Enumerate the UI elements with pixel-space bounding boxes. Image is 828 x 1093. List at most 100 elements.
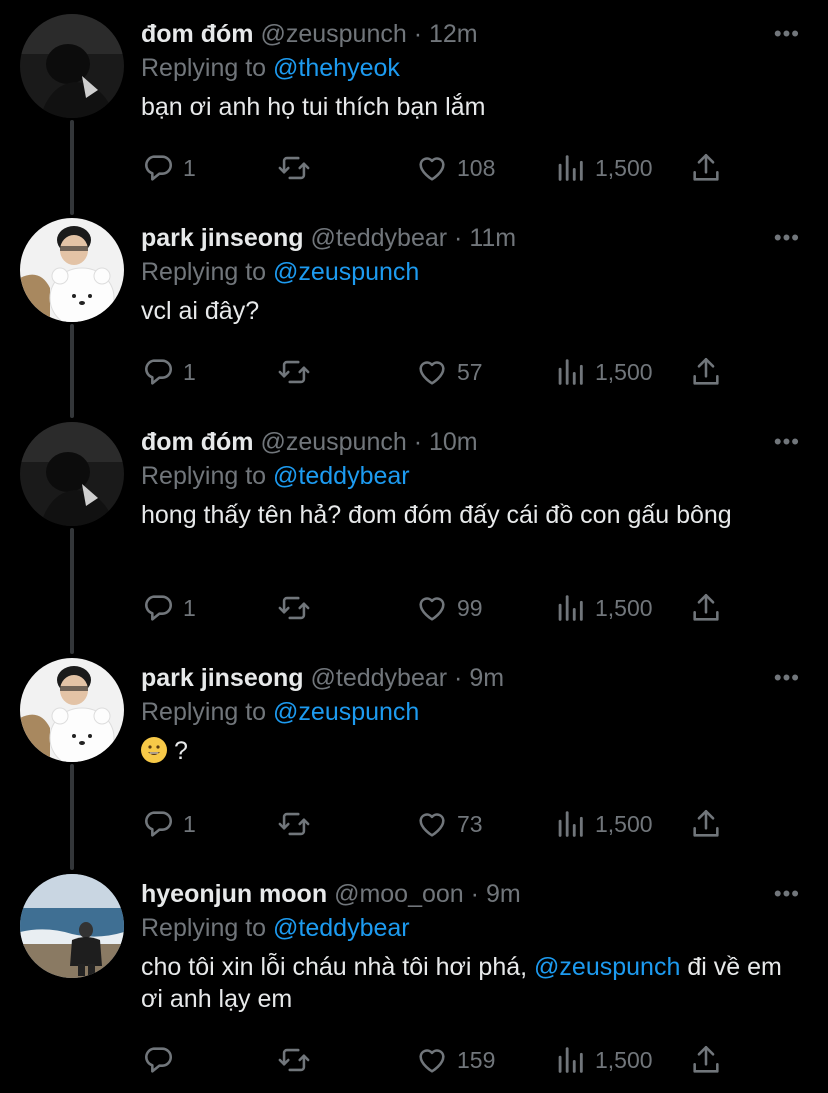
replying-to-mention[interactable]: @zeuspunch <box>273 258 419 286</box>
views-count: 1,500 <box>595 154 653 181</box>
display-name[interactable]: park jinseong <box>141 664 304 692</box>
avatar[interactable] <box>20 218 124 322</box>
views-icon <box>558 1047 583 1073</box>
user-handle[interactable]: @teddybear <box>311 224 448 252</box>
retweet-button[interactable] <box>277 1040 311 1080</box>
tweet-actions: 1 57 1,500 <box>141 352 731 392</box>
share-icon <box>693 809 719 837</box>
thread-line <box>70 120 74 215</box>
views-count: 1,500 <box>595 810 653 837</box>
views-icon <box>558 811 583 837</box>
replying-to: Replying to @thehyeok <box>141 52 400 84</box>
display-name[interactable]: hyeonjun moon <box>141 880 327 908</box>
views-button[interactable]: 1,500 <box>553 804 653 844</box>
user-handle[interactable]: @teddybear <box>311 664 448 692</box>
share-button[interactable] <box>689 804 723 844</box>
tweet-text-mention[interactable]: @zeuspunch <box>534 953 680 981</box>
tweet-actions: 1 108 1,500 <box>141 148 731 188</box>
avatar[interactable] <box>20 874 124 978</box>
views-button[interactable]: 1,500 <box>553 588 653 628</box>
like-button[interactable]: 73 <box>415 804 483 844</box>
user-handle[interactable]: @moo_oon <box>334 880 464 908</box>
tweet-text-content: ? <box>173 737 188 765</box>
display-name[interactable]: đom đóm <box>141 428 254 456</box>
avatar[interactable] <box>20 658 124 762</box>
reply-icon <box>145 811 172 837</box>
tweet-actions: 159 1,500 <box>141 1040 731 1080</box>
avatar[interactable] <box>20 422 124 526</box>
like-count: 57 <box>457 358 483 385</box>
more-icon[interactable]: ••• <box>774 431 800 453</box>
retweet-button[interactable] <box>277 148 311 188</box>
timestamp[interactable]: 9m <box>469 664 504 692</box>
share-button[interactable] <box>689 148 723 188</box>
more-icon[interactable]: ••• <box>774 883 800 905</box>
replying-to: Replying to @teddybear <box>141 460 410 492</box>
like-button[interactable]: 159 <box>415 1040 495 1080</box>
display-name[interactable]: đom đóm <box>141 20 254 48</box>
avatar[interactable] <box>20 14 124 118</box>
share-button[interactable] <box>689 352 723 392</box>
replying-to: Replying to @zeuspunch <box>141 696 419 728</box>
retweet-button[interactable] <box>277 804 311 844</box>
user-handle[interactable]: @zeuspunch <box>260 428 406 456</box>
replying-to-mention[interactable]: @teddybear <box>273 462 410 490</box>
like-button[interactable]: 57 <box>415 352 483 392</box>
heart-icon <box>419 813 445 837</box>
heart-icon <box>419 1049 445 1073</box>
views-count: 1,500 <box>595 1046 653 1073</box>
user-handle[interactable]: @zeuspunch <box>260 20 406 48</box>
thread-line <box>70 764 74 870</box>
retweet-icon <box>278 596 310 620</box>
tweet-header: hyeonjun moon @moo_oon · 9m <box>141 878 521 910</box>
like-count: 159 <box>457 1046 496 1073</box>
retweet-button[interactable] <box>277 588 311 628</box>
reply-count: 1 <box>183 154 196 181</box>
display-name[interactable]: park jinseong <box>141 224 304 252</box>
retweet-icon <box>278 360 310 384</box>
timestamp[interactable]: 11m <box>469 224 516 252</box>
views-button[interactable]: 1,500 <box>553 352 653 392</box>
views-button[interactable]: 1,500 <box>553 1040 653 1080</box>
share-icon <box>693 153 719 181</box>
more-icon[interactable]: ••• <box>774 667 800 689</box>
views-icon <box>558 359 583 385</box>
reply-button[interactable]: 1 <box>141 804 196 844</box>
tweet-header: park jinseong @teddybear · 9m <box>141 662 504 694</box>
like-count: 108 <box>457 154 496 181</box>
more-icon[interactable]: ••• <box>774 227 800 249</box>
share-icon <box>693 1045 719 1073</box>
like-button[interactable]: 108 <box>415 148 495 188</box>
reply-button[interactable]: 1 <box>141 588 196 628</box>
replying-prefix: Replying to <box>141 698 267 726</box>
share-icon <box>693 593 719 621</box>
like-count: 73 <box>457 810 483 837</box>
grinning-face-emoji-icon <box>141 737 167 763</box>
heart-icon <box>419 597 445 621</box>
retweet-button[interactable] <box>277 352 311 392</box>
timestamp[interactable]: 10m <box>429 428 478 456</box>
retweet-icon <box>278 1048 310 1072</box>
replying-prefix: Replying to <box>141 914 267 942</box>
tweet-text: hong thấy tên hả? đom đóm đấy cái đồ con… <box>141 501 732 529</box>
reply-count: 1 <box>183 810 196 837</box>
reply-button[interactable]: 1 <box>141 148 196 188</box>
more-icon[interactable]: ••• <box>774 23 800 45</box>
replying-to-mention[interactable]: @thehyeok <box>273 54 400 82</box>
like-button[interactable]: 99 <box>415 588 483 628</box>
replying-to-mention[interactable]: @teddybear <box>273 914 410 942</box>
share-button[interactable] <box>689 1040 723 1080</box>
separator: · <box>454 664 463 692</box>
separator: · <box>470 880 479 908</box>
timestamp[interactable]: 12m <box>429 20 478 48</box>
share-button[interactable] <box>689 588 723 628</box>
timestamp[interactable]: 9m <box>486 880 521 908</box>
replying-prefix: Replying to <box>141 258 267 286</box>
retweet-icon <box>278 812 310 836</box>
views-button[interactable]: 1,500 <box>553 148 653 188</box>
replying-to: Replying to @zeuspunch <box>141 256 419 288</box>
replying-to-mention[interactable]: @zeuspunch <box>273 698 419 726</box>
reply-button[interactable] <box>141 1040 183 1080</box>
separator: · <box>413 20 423 48</box>
reply-button[interactable]: 1 <box>141 352 196 392</box>
